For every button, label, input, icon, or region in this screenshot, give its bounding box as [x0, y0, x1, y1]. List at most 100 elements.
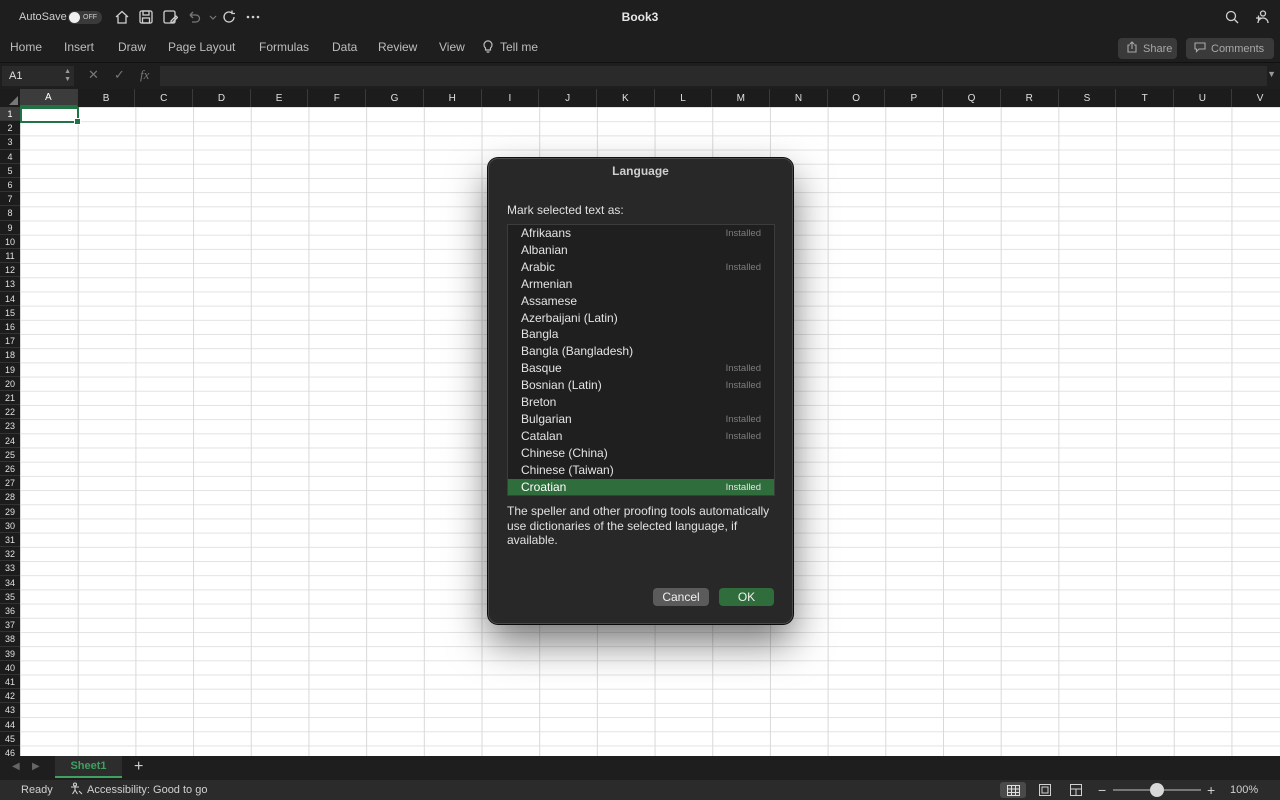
language-list-item[interactable]: Bosnian (Latin) Installed [508, 377, 774, 394]
row-header[interactable]: 37 [0, 618, 20, 633]
column-header[interactable]: I [482, 89, 540, 107]
column-header[interactable]: Q [943, 89, 1001, 107]
column-header[interactable]: R [1001, 89, 1059, 107]
row-header[interactable]: 29 [0, 505, 20, 519]
comments-button[interactable]: Comments [1186, 38, 1274, 59]
row-header[interactable]: 41 [0, 675, 20, 690]
language-list-item[interactable]: Basque Installed [508, 360, 774, 377]
column-header[interactable]: E [251, 89, 309, 107]
row-header[interactable]: 24 [0, 434, 20, 448]
zoom-percent[interactable]: 100% [1230, 780, 1258, 800]
row-header[interactable]: 30 [0, 519, 20, 533]
row-header[interactable]: 9 [0, 221, 20, 235]
save-as-icon[interactable] [162, 9, 178, 25]
row-header[interactable]: 33 [0, 561, 20, 576]
row-header[interactable]: 19 [0, 363, 20, 377]
zoom-slider-knob[interactable] [1150, 783, 1164, 797]
formula-expand-icon[interactable]: ▼ [1267, 69, 1276, 79]
tab-page-layout[interactable]: Page Layout [168, 34, 235, 60]
row-header[interactable]: 25 [0, 448, 20, 462]
row-header[interactable]: 21 [0, 391, 20, 406]
add-sheet-button[interactable]: + [134, 758, 143, 776]
row-header[interactable]: 23 [0, 419, 20, 434]
name-box-spinner-icon[interactable]: ▲ ▼ [64, 68, 71, 84]
row-header[interactable]: 6 [0, 178, 20, 193]
cancel-button[interactable]: Cancel [653, 588, 709, 606]
row-header[interactable]: 36 [0, 604, 20, 619]
row-header[interactable]: 22 [0, 405, 20, 420]
row-header[interactable]: 7 [0, 192, 20, 207]
normal-view-button[interactable] [1000, 782, 1026, 798]
active-cell[interactable] [20, 107, 81, 125]
undo-dropdown-icon[interactable] [205, 9, 217, 25]
row-header[interactable]: 27 [0, 476, 20, 491]
home-icon[interactable] [114, 9, 130, 25]
ok-button[interactable]: OK [719, 588, 774, 606]
language-list-item[interactable]: Afrikaans Installed [508, 225, 774, 242]
column-header[interactable]: J [539, 89, 597, 107]
row-header[interactable]: 20 [0, 377, 20, 391]
language-list-item[interactable]: Arabic Installed [508, 259, 774, 276]
share-people-icon[interactable] [1254, 9, 1270, 25]
language-list-item[interactable]: Croatian Installed [508, 478, 774, 495]
column-header[interactable]: C [135, 89, 194, 107]
tab-insert[interactable]: Insert [64, 34, 94, 60]
row-header[interactable]: 12 [0, 263, 20, 278]
row-header[interactable]: 2 [0, 121, 20, 136]
column-header[interactable]: G [366, 89, 424, 107]
tab-review[interactable]: Review [378, 34, 417, 60]
language-list-item[interactable]: Bangla (Bangladesh) [508, 343, 774, 360]
column-header[interactable]: V [1232, 89, 1280, 107]
language-list-item[interactable]: Bangla [508, 326, 774, 343]
language-list-item[interactable]: Albanian [508, 242, 774, 259]
row-header[interactable]: 13 [0, 277, 20, 292]
tab-data[interactable]: Data [332, 34, 357, 60]
autosave-toggle[interactable]: OFF [68, 11, 102, 24]
zoom-in-button[interactable]: + [1207, 780, 1215, 800]
column-header[interactable]: L [655, 89, 713, 107]
column-header[interactable]: P [886, 89, 944, 107]
accessibility-status[interactable]: Accessibility: Good to go [70, 780, 207, 800]
share-button[interactable]: Share [1118, 38, 1177, 59]
save-icon[interactable] [138, 9, 154, 25]
function-icon[interactable]: fx [140, 67, 149, 83]
row-header[interactable]: 39 [0, 647, 20, 661]
row-header[interactable]: 45 [0, 732, 20, 746]
row-header[interactable]: 18 [0, 348, 20, 363]
language-list-item[interactable]: Chinese (Taiwan) [508, 462, 774, 479]
next-sheet-icon[interactable]: ▶ [32, 761, 40, 772]
column-header[interactable]: N [770, 89, 828, 107]
sheet-tab[interactable]: Sheet1 [55, 756, 122, 778]
row-header[interactable]: 8 [0, 206, 20, 221]
row-header[interactable]: 28 [0, 490, 20, 505]
tab-draw[interactable]: Draw [118, 34, 146, 60]
row-header[interactable]: 32 [0, 547, 20, 562]
page-layout-view-button[interactable] [1032, 782, 1058, 798]
language-list-item[interactable]: Assamese [508, 293, 774, 310]
language-list-item[interactable]: Breton [508, 394, 774, 411]
row-header[interactable]: 26 [0, 462, 20, 477]
row-header[interactable]: 1 [0, 107, 20, 122]
select-all-corner[interactable] [0, 89, 20, 107]
language-list-item[interactable]: Bulgarian Installed [508, 411, 774, 428]
formula-input[interactable] [160, 66, 1267, 86]
name-box[interactable]: A1 ▲ ▼ [2, 66, 74, 86]
column-header[interactable]: H [424, 89, 482, 107]
cancel-entry-icon[interactable]: ✕ [88, 67, 99, 83]
tab-home[interactable]: Home [10, 34, 42, 60]
tab-view[interactable]: View [439, 34, 465, 60]
language-list-item[interactable]: Chinese (China) [508, 445, 774, 462]
language-list-item[interactable]: Azerbaijani (Latin) [508, 310, 774, 327]
row-header[interactable]: 35 [0, 590, 20, 604]
zoom-out-button[interactable]: − [1098, 780, 1106, 800]
tell-me-search[interactable]: Tell me [482, 34, 538, 60]
row-header[interactable]: 34 [0, 576, 20, 590]
row-header[interactable]: 43 [0, 703, 20, 718]
column-header[interactable]: T [1116, 89, 1174, 107]
language-list-item[interactable]: Catalan Installed [508, 428, 774, 445]
row-header[interactable]: 42 [0, 689, 20, 704]
row-header[interactable]: 16 [0, 320, 20, 335]
column-header[interactable]: U [1174, 89, 1232, 107]
column-header[interactable]: F [309, 89, 367, 107]
prev-sheet-icon[interactable]: ◀ [12, 761, 20, 772]
